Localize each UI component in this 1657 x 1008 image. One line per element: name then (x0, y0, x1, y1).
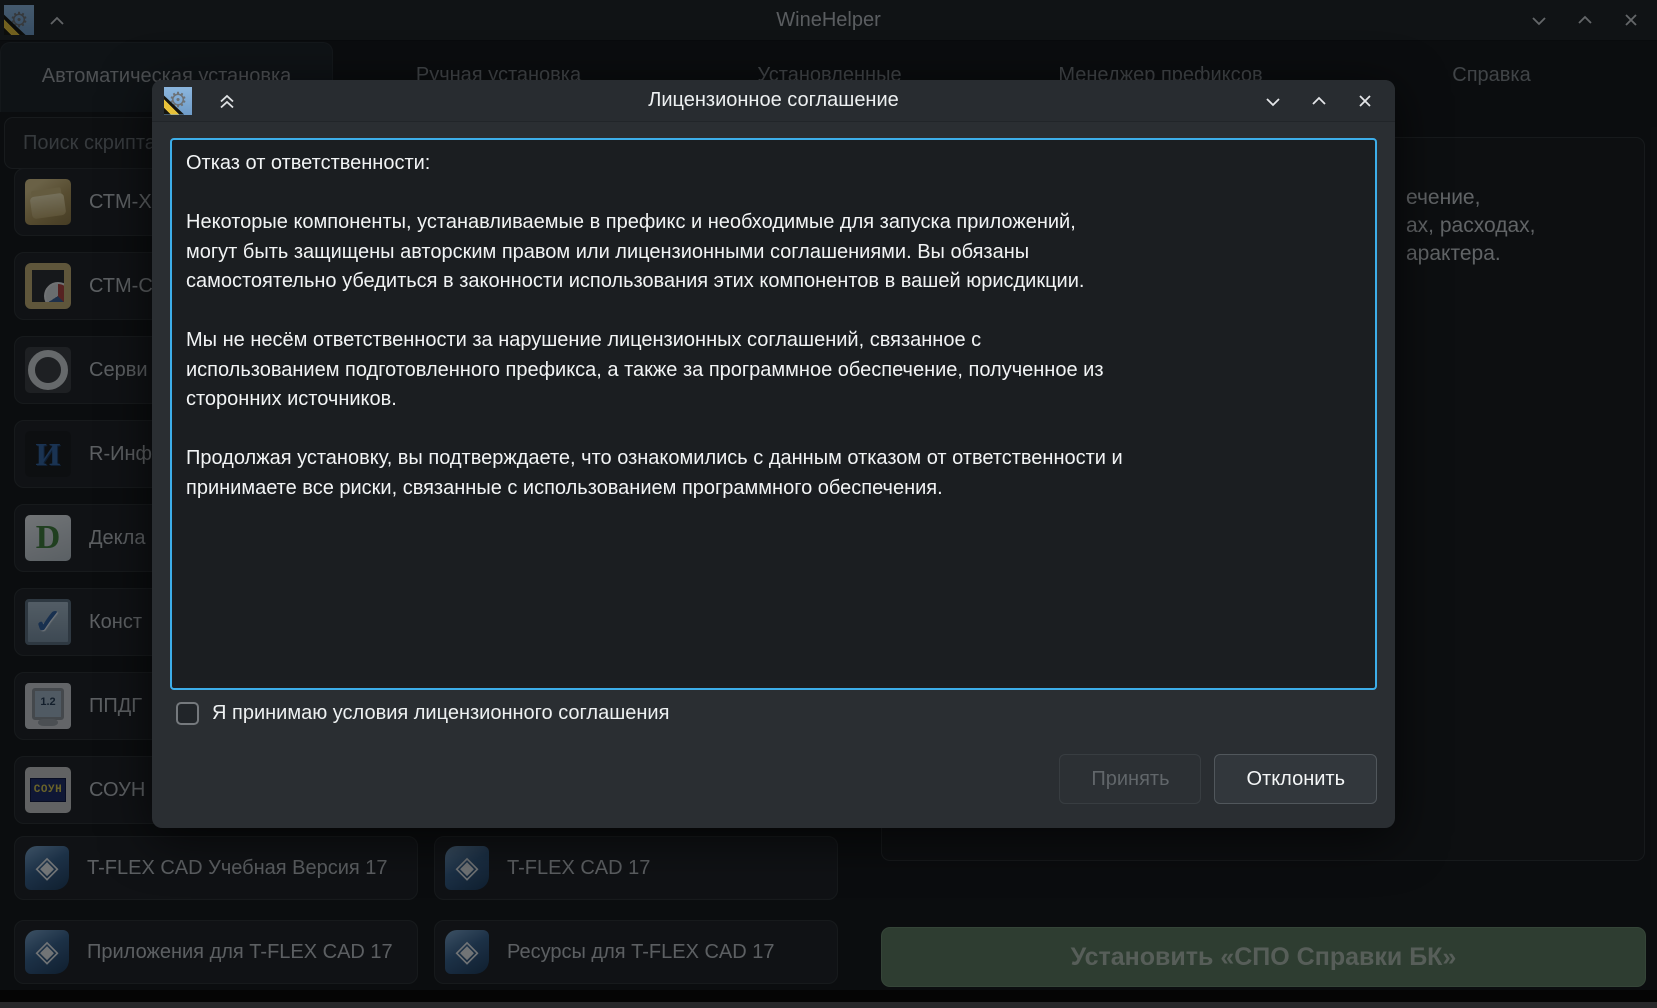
license-paragraph: Некоторые компоненты, устанавливаемые в … (186, 208, 1131, 297)
license-text-area[interactable]: Отказ от ответственности: Некоторые комп… (170, 138, 1377, 690)
chevron-up-icon (1307, 89, 1331, 113)
dialog-maximize-button[interactable] (1307, 89, 1331, 113)
dialog-title: Лицензионное соглашение (152, 89, 1395, 112)
decline-button-label: Отклонить (1246, 768, 1345, 791)
license-paragraph: Продолжая установку, вы подтверждаете, ч… (186, 444, 1131, 503)
dialog-app-icon[interactable]: ⚙ (164, 87, 192, 115)
accept-terms-checkbox[interactable] (176, 702, 199, 725)
accept-button-label: Принять (1091, 768, 1169, 791)
accept-terms-row: Я принимаю условия лицензионного соглаше… (176, 702, 669, 725)
accept-button[interactable]: Принять (1059, 754, 1201, 804)
dialog-buttons: Принять Отклонить (1059, 754, 1377, 804)
decline-button[interactable]: Отклонить (1214, 754, 1377, 804)
screen: ⚙ WineHelper (0, 0, 1657, 1008)
license-heading: Отказ от ответственности: (186, 149, 1131, 179)
desktop-strip (0, 990, 1657, 1008)
dialog-window-controls (1261, 80, 1377, 121)
accept-terms-label: Я принимаю условия лицензионного соглаше… (212, 702, 669, 725)
double-chevron-up-icon (215, 89, 239, 113)
chevron-down-icon (1261, 89, 1285, 113)
taskbar-edge (0, 1002, 1657, 1008)
license-paragraph: Мы не несём ответственности за нарушение… (186, 326, 1131, 415)
dialog-shade-button[interactable] (214, 88, 240, 114)
x-icon (1353, 89, 1377, 113)
dialog-close-button[interactable] (1353, 89, 1377, 113)
dialog-titlebar: ⚙ Лицензионное соглашение (152, 80, 1395, 122)
license-dialog: ⚙ Лицензионное соглашение (152, 80, 1395, 828)
dialog-minimize-button[interactable] (1261, 89, 1285, 113)
